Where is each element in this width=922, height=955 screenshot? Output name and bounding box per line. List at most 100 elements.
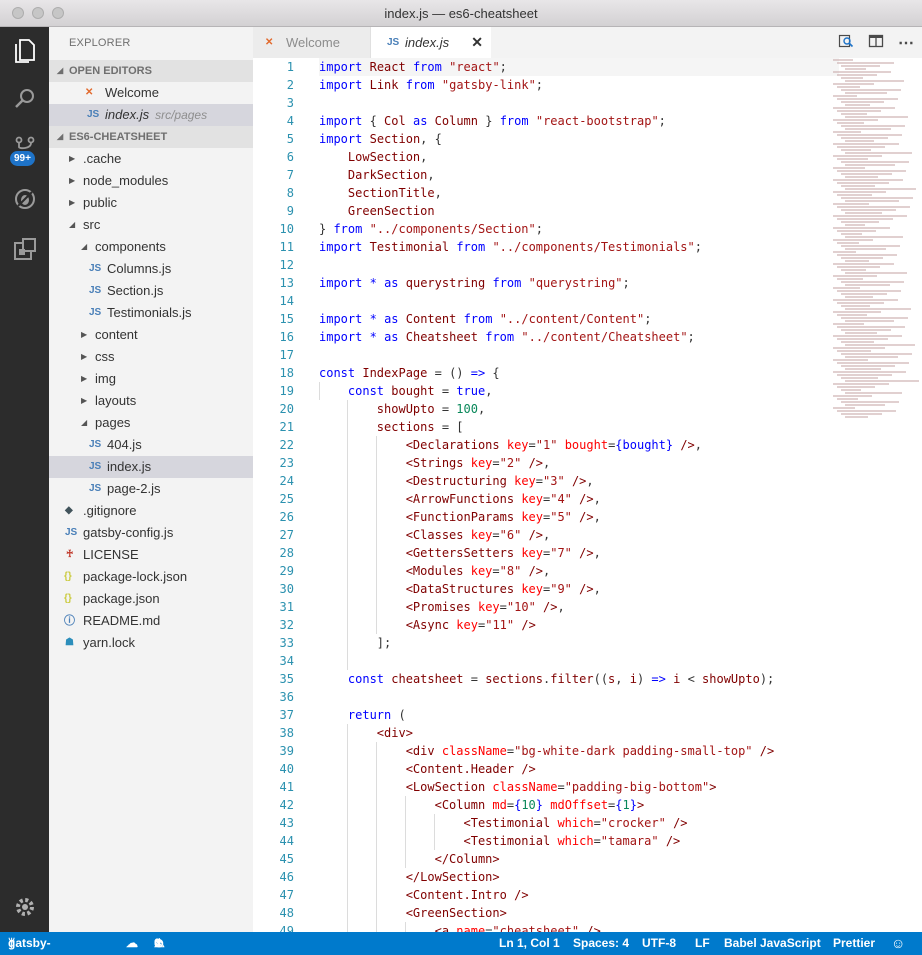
minimap-line	[833, 335, 902, 337]
tree-file[interactable]: JS Section.js	[49, 280, 253, 302]
minimap-line	[845, 92, 887, 94]
tree-file[interactable]: {} package.json	[49, 588, 253, 610]
minimap-line	[845, 128, 891, 130]
tree-file[interactable]: JS 404.js	[49, 434, 253, 456]
tree-file[interactable]: ☗ yarn.lock	[49, 632, 253, 654]
line-number: 42	[279, 798, 294, 812]
code-line: ];	[319, 634, 392, 652]
code-editor[interactable]: 1 2 3 4 5 6 7 8 9 10 11 12 13 14 15 16 17 18 19 20 21 22 23 24 2…	[253, 58, 922, 932]
minimap-line	[841, 401, 899, 403]
tree-file[interactable]: JS Testimonials.js	[49, 302, 253, 324]
project-header[interactable]: ◢ ES6-CHEATSHEET	[49, 126, 253, 148]
minimap-line	[837, 254, 897, 256]
line-number: 35	[279, 672, 294, 686]
tree-file[interactable]: JS page-2.js	[49, 478, 253, 500]
language-mode[interactable]: Babel JavaScript	[724, 932, 821, 955]
editor-actions: ⋯	[838, 27, 914, 58]
close-icon[interactable]: ✕	[471, 27, 483, 58]
line-number: 40	[279, 762, 294, 776]
tree-file[interactable]: JS Columns.js	[49, 258, 253, 280]
minimap-line	[833, 239, 873, 241]
code-line: <Column md={10} mdOffset={1}>	[319, 796, 839, 814]
tree-file[interactable]: {} package-lock.json	[49, 566, 253, 588]
minimap-line	[837, 170, 906, 172]
open-editor-item[interactable]: JS index.js src/pages	[49, 104, 253, 126]
code-area[interactable]: import React from "react"; import Link f…	[319, 58, 839, 932]
minimap[interactable]	[833, 58, 922, 458]
tree-folder[interactable]: ▶ public	[49, 192, 253, 214]
explorer-icon[interactable]	[0, 27, 49, 75]
tree-folder[interactable]: ◢ src	[49, 214, 253, 236]
close-window-button[interactable]	[12, 7, 24, 19]
minimap-line	[837, 110, 881, 112]
open-editor-item[interactable]: ✕ Welcome	[49, 82, 253, 104]
split-editor-icon[interactable]	[868, 33, 884, 52]
tree-folder[interactable]: ◢ pages	[49, 412, 253, 434]
debug-icon[interactable]	[0, 175, 49, 223]
minimap-line	[833, 287, 860, 289]
tree-folder[interactable]: ▶ content	[49, 324, 253, 346]
minimap-line	[837, 134, 902, 136]
tree-folder[interactable]: ▶ node_modules	[49, 170, 253, 192]
vscode-welcome-icon: ✕	[265, 37, 274, 48]
open-changes-icon[interactable]	[838, 33, 854, 52]
tree-label: yarn.lock	[83, 635, 136, 650]
minimize-window-button[interactable]	[32, 7, 44, 19]
minimap-line	[833, 407, 855, 409]
code-line: <Destructuring key="3" />,	[319, 472, 839, 490]
minimap-line	[841, 233, 862, 235]
minimap-line	[833, 83, 874, 85]
code-line: return (	[347, 708, 406, 722]
line-number: 30	[279, 582, 294, 596]
tree-folder[interactable]: ▶ css	[49, 346, 253, 368]
line-number: 41	[279, 780, 294, 794]
line-number: 10	[279, 222, 294, 236]
minimap-line	[837, 314, 867, 316]
minimap-line	[833, 263, 894, 265]
minimap-line	[837, 122, 864, 124]
tree-file[interactable]: ⓘ README.md	[49, 610, 253, 632]
open-editors-header[interactable]: ◢ OPEN EDITORS	[49, 60, 253, 82]
indentation-status[interactable]: Spaces: 4	[573, 932, 629, 955]
formatter-status[interactable]: Prettier	[833, 932, 875, 955]
minimap-line	[841, 281, 904, 283]
tab-index-js[interactable]: JS index.js ✕	[371, 27, 491, 58]
tree-file[interactable]: JS gatsby-config.js	[49, 522, 253, 544]
tree-folder[interactable]: ▶ layouts	[49, 390, 253, 412]
zoom-window-button[interactable]	[52, 7, 64, 19]
tree-folder[interactable]: ◢ components	[49, 236, 253, 258]
line-number: 24	[279, 474, 294, 488]
encoding-status[interactable]: UTF-8	[642, 932, 676, 955]
code-line: import React from "react";	[319, 58, 839, 76]
tree-folder[interactable]: ▶ img	[49, 368, 253, 390]
minimap-line	[845, 368, 881, 370]
minimap-line	[845, 224, 865, 226]
line-number: 45	[279, 852, 294, 866]
search-icon[interactable]	[0, 75, 49, 123]
chevron-right-icon: ▶	[81, 330, 88, 339]
extensions-icon[interactable]	[0, 225, 49, 273]
settings-gear-icon[interactable]	[0, 883, 49, 931]
feedback-smiley-icon[interactable]: ☺	[891, 932, 905, 955]
minimap-line	[833, 119, 878, 121]
tree-file-selected[interactable]: JS index.js	[49, 456, 253, 478]
minimap-line	[841, 89, 901, 91]
chevron-right-icon: ▶	[81, 352, 88, 361]
eol-status[interactable]: LF	[695, 932, 710, 955]
more-actions-icon[interactable]: ⋯	[898, 33, 914, 53]
minimap-line	[837, 386, 875, 388]
sync-cloud-icon[interactable]: ☁	[126, 932, 138, 955]
code-line: <Async key="11" />	[319, 616, 839, 634]
info-icon: ⓘ	[64, 615, 75, 627]
minimap-line	[845, 188, 916, 190]
tree-file[interactable]: ♰ LICENSE	[49, 544, 253, 566]
tree-file[interactable]: ◆ .gitignore	[49, 500, 253, 522]
tab-welcome[interactable]: ✕ Welcome	[253, 27, 371, 58]
cursor-position[interactable]: Ln 1, Col 1	[499, 932, 560, 955]
line-number: 2	[286, 78, 294, 92]
tree-folder[interactable]: ▶ .cache	[49, 148, 253, 170]
tree-label: gatsby-config.js	[83, 525, 174, 540]
minimap-line	[845, 236, 903, 238]
tree-label: README.md	[83, 613, 161, 628]
